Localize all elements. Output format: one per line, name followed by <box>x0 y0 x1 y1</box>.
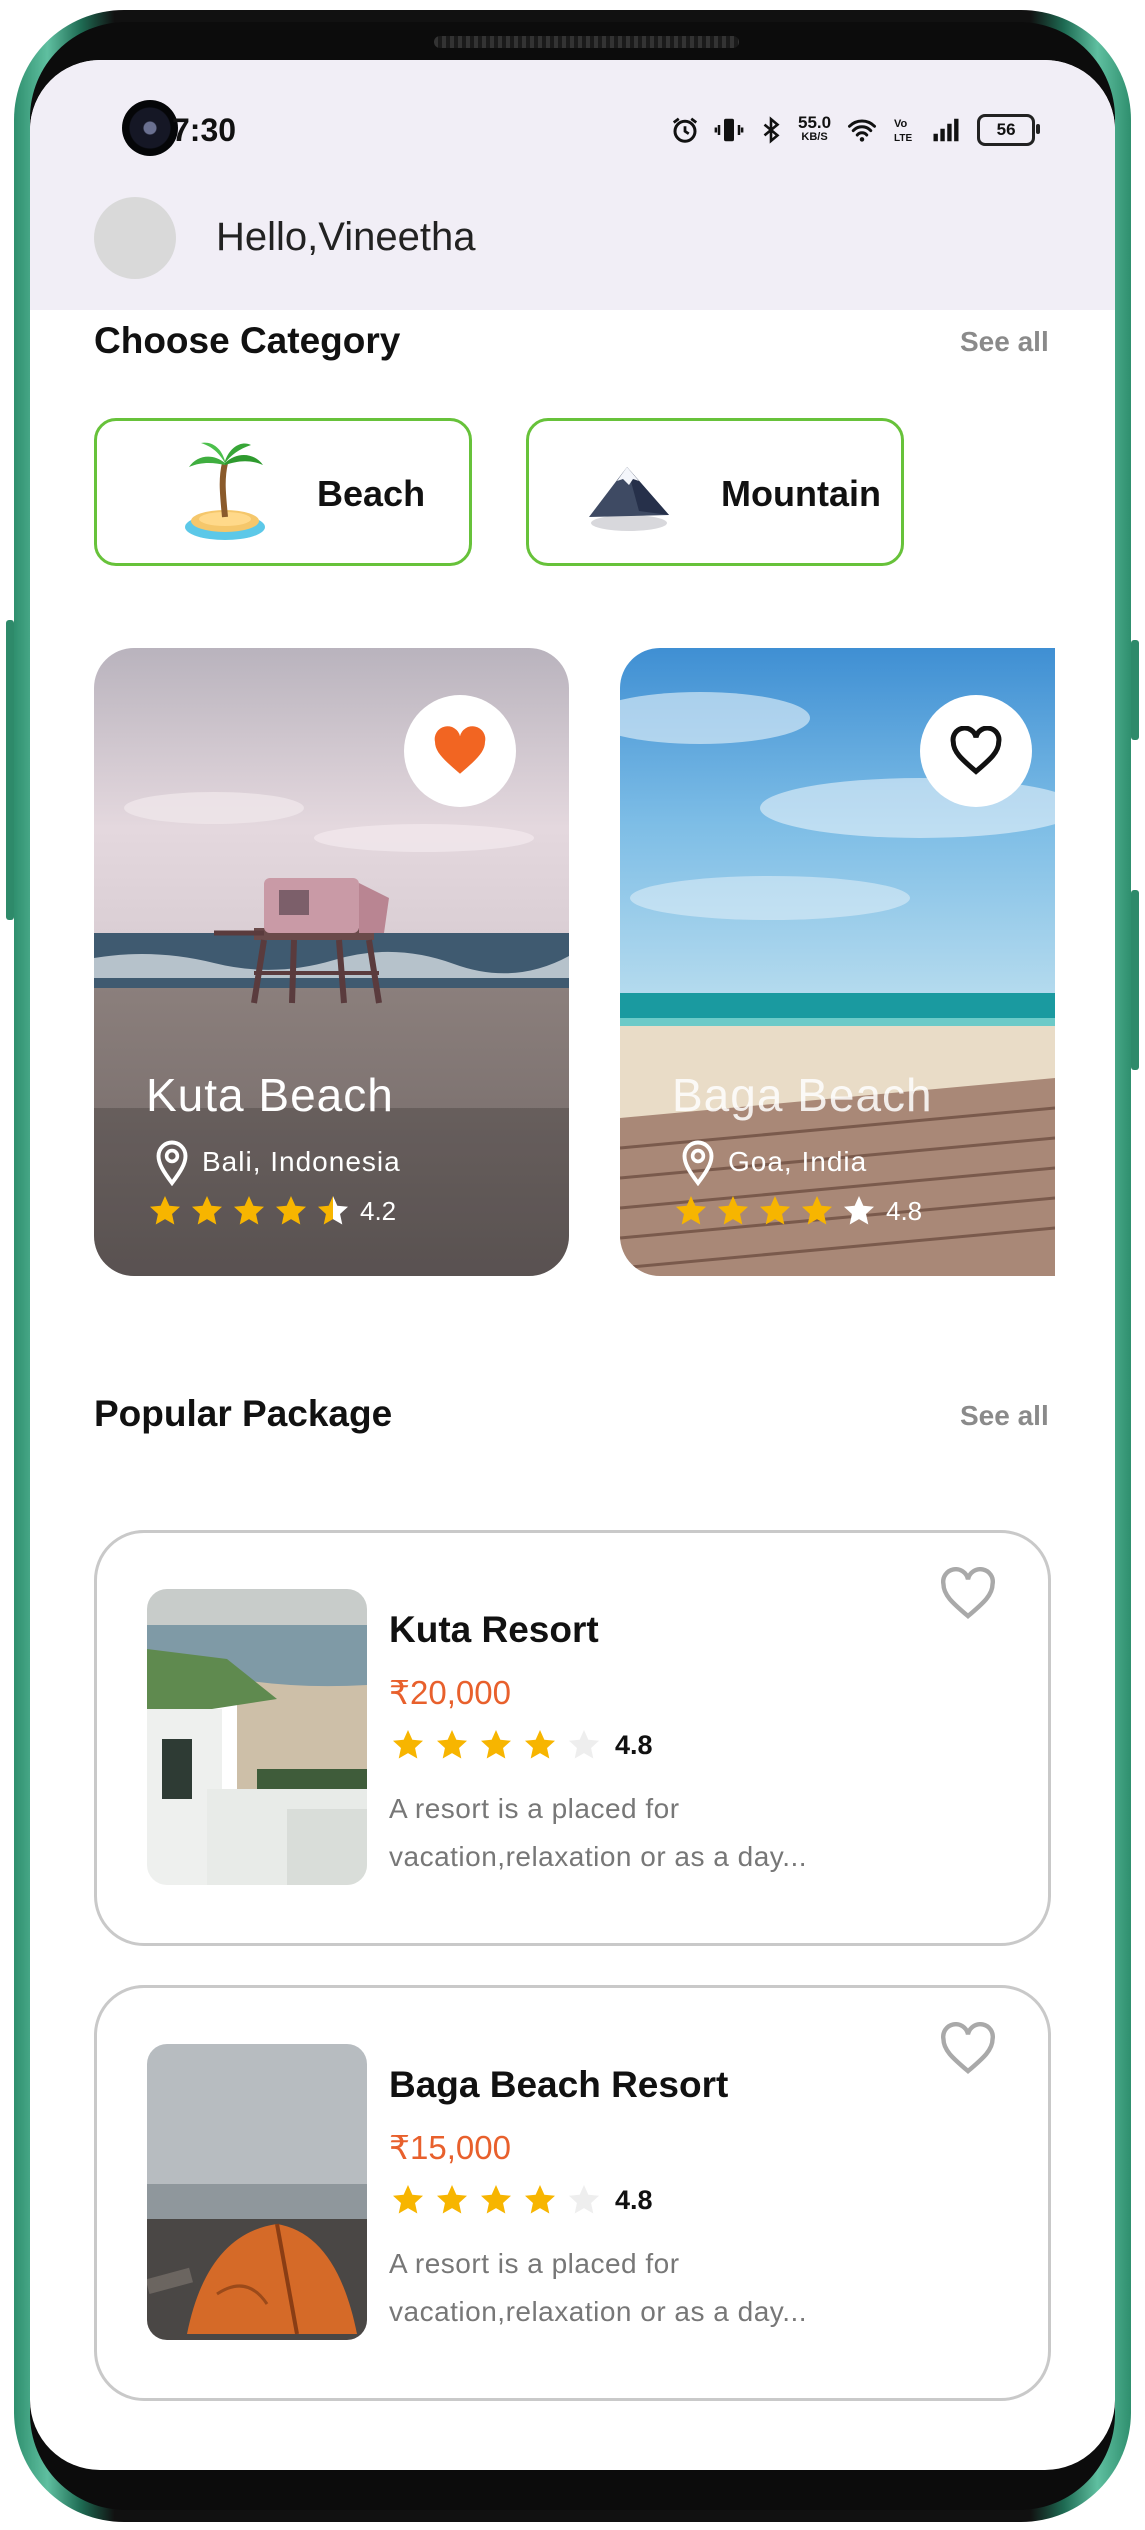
package-description: A resort is a placed for vacation,relaxa… <box>389 1785 909 1881</box>
volte-icon: Vo LTE <box>894 118 912 144</box>
star-filled-icon <box>150 1196 180 1225</box>
star-empty-icon <box>569 2185 599 2214</box>
status-icons: 55.0 KB/S Vo LTE 56 <box>670 110 1041 150</box>
mountain-icon <box>589 467 669 531</box>
package-favorite-button[interactable] <box>938 1567 998 1626</box>
package-description: A resort is a placed for vacation,relaxa… <box>389 2240 909 2336</box>
favorite-button-baga[interactable] <box>920 695 1032 807</box>
star-filled-icon <box>481 2185 511 2214</box>
top-header <box>30 60 1115 310</box>
svg-text:LTE: LTE <box>894 133 912 144</box>
package-section-title: Popular Package <box>94 1393 393 1434</box>
package-rating-value: 4.8 <box>615 1729 653 1760</box>
destination-name: Kuta Beach <box>146 1069 394 1121</box>
category-card-beach[interactable]: Beach <box>94 418 472 566</box>
heart-outline-icon <box>941 1567 995 1619</box>
package-see-all-link[interactable]: See all <box>960 1400 1049 1432</box>
package-description-line: A resort is a placed for <box>389 1793 680 1824</box>
location-pin-icon <box>682 1140 714 1186</box>
vibrate-icon <box>714 118 744 142</box>
star-filled-icon <box>525 2185 555 2214</box>
destination-card-baga[interactable]: Baga Beach Goa, India 4.8 <box>620 648 1055 1276</box>
star-filled-icon <box>437 1730 467 1759</box>
network-speed: 55.0 KB/S <box>798 114 831 145</box>
star-filled-icon <box>760 1196 790 1225</box>
earpiece-speaker <box>434 36 739 48</box>
star-filled-icon <box>393 1730 423 1759</box>
star-filled-icon <box>234 1196 264 1225</box>
phone-side-button-left <box>6 620 14 920</box>
bluetooth-icon <box>763 116 780 144</box>
star-half-icon <box>318 1196 348 1225</box>
package-description-line: vacation,relaxation or as a day... <box>389 1841 808 1872</box>
phone-side-button-right-2 <box>1131 890 1139 1070</box>
destination-location: Bali, Indonesia <box>154 1138 401 1186</box>
heart-outline-icon <box>941 2022 995 2074</box>
destination-rating: 4.8 <box>672 1193 922 1229</box>
star-filled-icon <box>437 2185 467 2214</box>
category-see-all-link[interactable]: See all <box>960 326 1049 358</box>
package-thumbnail <box>147 1589 367 1885</box>
destination-location-text: Bali, Indonesia <box>202 1146 401 1177</box>
star-filled-icon <box>393 2185 423 2214</box>
package-rating-value: 4.8 <box>615 2184 653 2215</box>
package-price: ₹15,000 <box>389 2129 511 2166</box>
heart-filled-icon <box>434 726 486 774</box>
location-pin-icon <box>156 1140 188 1186</box>
category-label-mountain: Mountain <box>721 473 881 514</box>
battery-icon: 56 <box>977 114 1041 146</box>
package-card-baga-beach-resort[interactable]: Baga Beach Resort ₹15,000 4.8 A resort i… <box>94 1985 1051 2401</box>
package-name: Kuta Resort <box>389 1609 599 1650</box>
svg-text:Vo: Vo <box>894 118 908 130</box>
category-label-beach: Beach <box>317 473 426 514</box>
star-filled-icon <box>676 1196 706 1225</box>
package-favorite-button[interactable] <box>938 2022 998 2081</box>
front-camera <box>122 100 178 156</box>
alarm-icon <box>672 117 698 143</box>
wifi-icon <box>848 119 877 142</box>
package-rating: 4.8 <box>389 1727 653 1763</box>
star-filled-icon <box>276 1196 306 1225</box>
category-card-mountain[interactable]: Mountain <box>526 418 904 566</box>
package-description-line: vacation,relaxation or as a day... <box>389 2296 808 2327</box>
status-time: 7:30 <box>172 112 237 148</box>
star-empty-icon <box>844 1196 874 1225</box>
category-section-title: Choose Category <box>94 320 401 361</box>
palm-island-icon <box>185 442 265 540</box>
heart-outline-icon <box>950 726 1002 775</box>
favorite-button-kuta[interactable] <box>404 695 516 807</box>
destination-location: Goa, India <box>680 1138 867 1186</box>
package-rating: 4.8 <box>389 2182 653 2218</box>
star-filled-icon <box>718 1196 748 1225</box>
baga-resort-image <box>147 2044 367 2340</box>
star-filled-icon <box>802 1196 832 1225</box>
signal-icon <box>933 118 959 142</box>
avatar[interactable] <box>94 197 176 279</box>
destination-name: Baga Beach <box>672 1069 933 1121</box>
star-empty-icon <box>569 1730 599 1759</box>
greeting-text: Hello,Vineetha <box>216 215 476 259</box>
destination-rating: 4.2 <box>146 1193 396 1229</box>
kuta-resort-image <box>147 1589 367 1885</box>
destination-rating-value: 4.8 <box>886 1195 923 1226</box>
package-price: ₹20,000 <box>389 1674 511 1711</box>
package-thumbnail <box>147 2044 367 2340</box>
package-description-line: A resort is a placed for <box>389 2248 680 2279</box>
package-name: Baga Beach Resort <box>389 2064 729 2105</box>
destination-card-kuta[interactable]: Kuta Beach Bali, Indonesia 4.2 <box>94 648 569 1276</box>
package-card-kuta-resort[interactable]: Kuta Resort ₹20,000 4.8 A resort is a pl… <box>94 1530 1051 1946</box>
app-screen: 7:30 55.0 KB/S Vo LTE 56 Hello,Vineetha Ch… <box>30 60 1115 2470</box>
destination-location-text: Goa, India <box>728 1146 868 1177</box>
star-filled-icon <box>481 1730 511 1759</box>
star-filled-icon <box>525 1730 555 1759</box>
network-speed-unit: KB/S <box>801 131 828 143</box>
phone-side-button-right-1 <box>1131 640 1139 740</box>
destination-rating-value: 4.2 <box>360 1195 397 1226</box>
star-filled-icon <box>192 1196 222 1225</box>
